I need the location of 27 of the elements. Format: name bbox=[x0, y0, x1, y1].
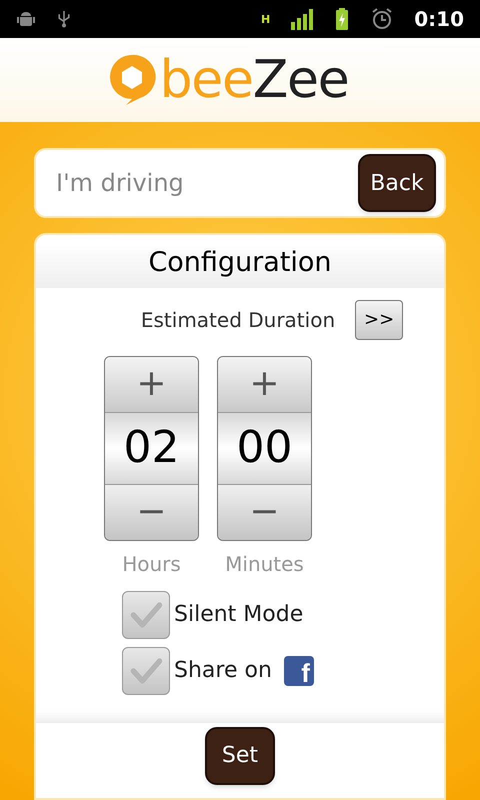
network-type-icon: H bbox=[261, 14, 270, 24]
picker-value[interactable]: 02 bbox=[105, 412, 198, 484]
checkbox[interactable] bbox=[122, 646, 170, 694]
duration-label: Estimated Duration bbox=[140, 306, 336, 334]
increment-button[interactable]: + bbox=[218, 356, 311, 412]
increment-button[interactable]: + bbox=[105, 356, 198, 412]
battery-icon bbox=[334, 7, 350, 31]
expand-button[interactable]: >> bbox=[355, 300, 404, 340]
set-button[interactable]: Set bbox=[205, 726, 275, 784]
back-button[interactable]: Back bbox=[358, 154, 436, 212]
option-label: Silent Mode bbox=[174, 601, 304, 629]
configuration-title: Configuration bbox=[36, 243, 444, 288]
android-icon bbox=[16, 9, 36, 29]
picker-value[interactable]: 00 bbox=[218, 412, 311, 484]
clock-time: 0:10 bbox=[414, 6, 464, 33]
logo-icon bbox=[108, 53, 156, 107]
facebook-icon: f bbox=[284, 656, 314, 686]
decrement-button[interactable]: − bbox=[218, 484, 311, 540]
decrement-button[interactable]: − bbox=[105, 484, 198, 540]
picker-label: Hours bbox=[122, 550, 181, 578]
option-label: Share on bbox=[174, 657, 272, 685]
logo-text: beeZee bbox=[160, 54, 348, 106]
picker-label: Minutes bbox=[225, 550, 304, 578]
signal-icon bbox=[290, 7, 314, 31]
checkbox[interactable] bbox=[122, 590, 170, 638]
mode-input-field[interactable]: I'm driving Back bbox=[34, 148, 446, 218]
alarm-clock-icon bbox=[370, 7, 394, 31]
